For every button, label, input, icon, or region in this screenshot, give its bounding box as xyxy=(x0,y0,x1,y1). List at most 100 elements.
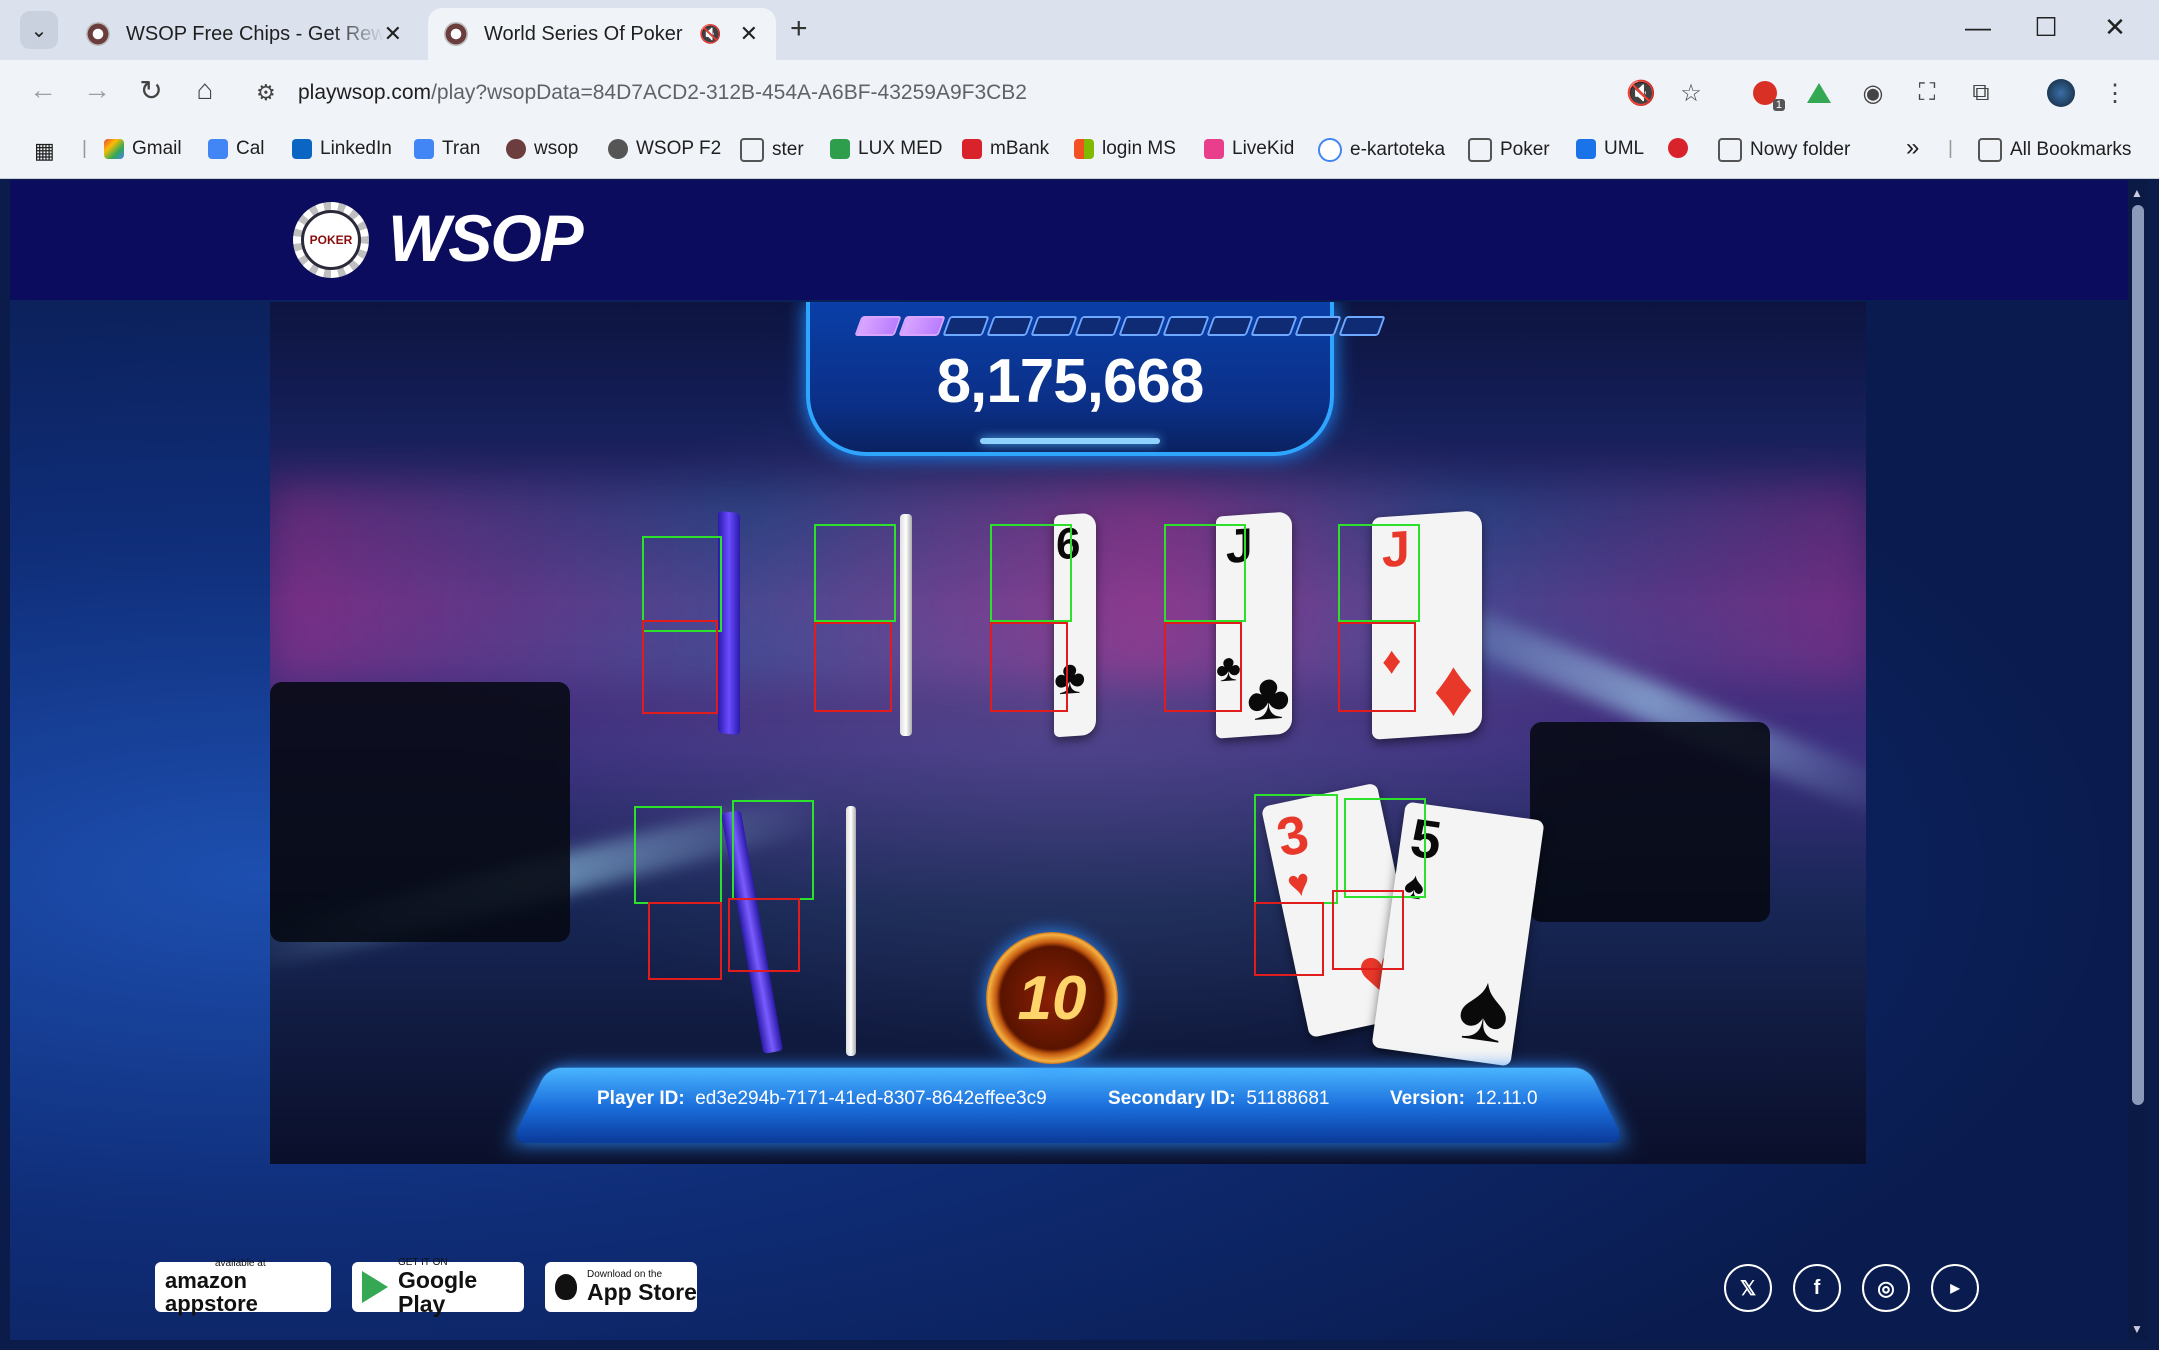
bookmark-mbank[interactable]: mBank xyxy=(962,138,1049,160)
close-tab-icon[interactable]: ✕ xyxy=(740,21,758,47)
folder-icon xyxy=(1468,138,1492,162)
url-text[interactable]: playwsop.com/play?wsopData=84D7ACD2-312B… xyxy=(298,81,1027,105)
google-play-badge[interactable]: GET IT ON Google Play xyxy=(352,1257,524,1316)
community-card: J ♦ ♦ xyxy=(1372,510,1482,740)
community-card: J ♣ ♣ xyxy=(1216,511,1292,739)
bookmark-tran[interactable]: Tran xyxy=(414,138,480,160)
screenshot-icon[interactable]: ⛶ xyxy=(1910,76,1944,110)
bookmark-linkedin[interactable]: LinkedIn xyxy=(292,138,392,160)
tab-strip: ⌄ WSOP Free Chips - Get Rewards ✕ World … xyxy=(0,0,2159,60)
bookmark-red-icon[interactable] xyxy=(1668,138,1696,158)
calendar-icon xyxy=(208,139,228,159)
close-tab-icon[interactable]: ✕ xyxy=(384,21,402,47)
game-canvas[interactable]: 8,175,668 6 ♣ J ♣ ♣ J ♦ ♦ 3 ♥ ♥ xyxy=(270,302,1866,1164)
maximize-button[interactable]: ☐ xyxy=(2026,12,2066,43)
back-button[interactable]: ← xyxy=(24,74,62,106)
bookmark-wsop-f2[interactable]: WSOP F2 xyxy=(608,138,721,160)
new-tab-button[interactable]: + xyxy=(790,12,808,46)
linkedin-icon xyxy=(292,139,312,159)
minimize-button[interactable]: — xyxy=(1958,12,1998,43)
community-card: 6 ♣ xyxy=(1054,512,1096,738)
livekid-icon xyxy=(1204,139,1224,159)
scroll-up-arrow[interactable]: ▲ xyxy=(2131,186,2143,200)
secondary-id: Secondary ID: 51188681 xyxy=(1108,1088,1330,1109)
play-store-icon xyxy=(362,1271,388,1303)
menu-kebab-icon[interactable]: ⋮ xyxy=(2098,76,2132,110)
bookmark-lux-med[interactable]: LUX MED xyxy=(830,138,942,160)
score-panel: 8,175,668 xyxy=(806,302,1386,456)
address-bar[interactable]: ⚙ playwsop.com/play?wsopData=84D7ACD2-31… xyxy=(244,68,1764,118)
extension-adblock-icon[interactable]: 1 xyxy=(1748,76,1785,111)
progress-segment xyxy=(854,316,902,336)
wsop-favicon-icon xyxy=(86,22,110,46)
twitter-icon[interactable]: 𝕏 xyxy=(1724,1264,1772,1312)
score-underline xyxy=(980,438,1160,444)
extension-shield-icon[interactable]: ◉ xyxy=(1856,76,1890,110)
extensions-puzzle-icon[interactable]: ⧉ xyxy=(1964,76,1998,110)
all-bookmarks-button[interactable]: All Bookmarks xyxy=(1978,138,2131,162)
progress-segment xyxy=(1250,316,1298,336)
progress-segment xyxy=(1294,316,1342,336)
bookmark-separator: | xyxy=(1948,138,1953,159)
wsop-favicon-icon xyxy=(444,22,468,46)
timer-value: 10 xyxy=(1017,963,1087,1033)
player-card: 5 ♠ ♠ xyxy=(1371,801,1545,1067)
bookmarks-bar: ▦ | Gmail Cal LinkedIn Tran wsop WSOP F2… xyxy=(0,126,2159,179)
wsop-logo-text[interactable]: WSOP xyxy=(388,200,584,276)
bookmark-livekid[interactable]: LiveKid xyxy=(1204,138,1294,160)
close-window-button[interactable]: ✕ xyxy=(2095,12,2135,43)
bookmark-star-icon[interactable]: ☆ xyxy=(1674,76,1708,110)
apple-icon xyxy=(555,1274,577,1300)
home-button[interactable]: ⌂ xyxy=(186,74,224,106)
youtube-icon[interactable]: ▶ xyxy=(1931,1264,1979,1312)
apps-grid-icon[interactable]: ▦ xyxy=(34,138,55,164)
progress-segment xyxy=(1030,316,1078,336)
progress-segment xyxy=(1074,316,1122,336)
muted-audio-icon[interactable]: 🔇 xyxy=(699,24,721,45)
lips-icon xyxy=(1668,138,1688,158)
progress-segment xyxy=(1118,316,1166,336)
site-info-icon[interactable]: ⚙ xyxy=(256,80,276,106)
facebook-icon[interactable]: f xyxy=(1793,1264,1841,1312)
bookmark-nowy-folder[interactable]: Nowy folder xyxy=(1718,138,1850,162)
amazon-appstore-badge[interactable]: available at amazon appstore xyxy=(155,1258,331,1315)
google-drive-icon[interactable] xyxy=(1802,76,1836,110)
bookmark-uml[interactable]: UML xyxy=(1576,138,1644,160)
score-value: 8,175,668 xyxy=(936,347,1205,416)
bookmark-wsop[interactable]: wsop xyxy=(506,138,578,160)
poker-chip-logo[interactable]: POKER xyxy=(293,202,369,278)
gmail-icon xyxy=(104,139,124,159)
wsop-icon xyxy=(506,139,526,159)
bookmark-gmail[interactable]: Gmail xyxy=(104,138,182,160)
app-store-badge[interactable]: Download on the App Store xyxy=(545,1262,697,1312)
bookmark-e-kartoteka[interactable]: e-kartoteka xyxy=(1318,138,1445,162)
bookmark-login-ms[interactable]: login MS xyxy=(1074,138,1176,160)
tab-world-series-of-poker[interactable]: World Series Of Poker 🔇 ✕ xyxy=(428,8,776,60)
tab-search-button[interactable]: ⌄ xyxy=(20,11,58,49)
progress-segment xyxy=(986,316,1034,336)
camera-prop xyxy=(1530,722,1770,922)
instagram-icon[interactable]: ◎ xyxy=(1862,1264,1910,1312)
progress-segment xyxy=(898,316,946,336)
card-edge xyxy=(900,514,912,736)
profile-avatar[interactable] xyxy=(2044,76,2078,110)
folder-icon xyxy=(740,138,764,162)
more-bookmarks-button[interactable]: » xyxy=(1906,134,1919,162)
tab-wsop-free-chips[interactable]: WSOP Free Chips - Get Rewards ✕ xyxy=(70,8,420,60)
scroll-down-arrow[interactable]: ▼ xyxy=(2131,1322,2143,1336)
bookmark-cal[interactable]: Cal xyxy=(208,138,265,160)
detection-box-red xyxy=(648,902,722,980)
mbank-icon xyxy=(962,139,982,159)
muted-site-icon[interactable]: 🔇 xyxy=(1624,76,1658,110)
card-edge xyxy=(846,806,856,1056)
reload-button[interactable]: ↻ xyxy=(132,74,170,107)
microsoft-icon xyxy=(1074,139,1094,159)
scrollbar-thumb[interactable] xyxy=(2132,205,2144,1105)
tab-title: WSOP Free Chips - Get Rewards xyxy=(126,22,384,45)
folder-icon xyxy=(1978,138,2002,162)
luxmed-icon xyxy=(830,139,850,159)
forward-button[interactable]: → xyxy=(78,74,116,106)
bookmark-poker[interactable]: Poker xyxy=(1468,138,1550,162)
chevron-down-icon: ⌄ xyxy=(30,19,48,42)
bookmark-ster[interactable]: ster xyxy=(740,138,804,162)
